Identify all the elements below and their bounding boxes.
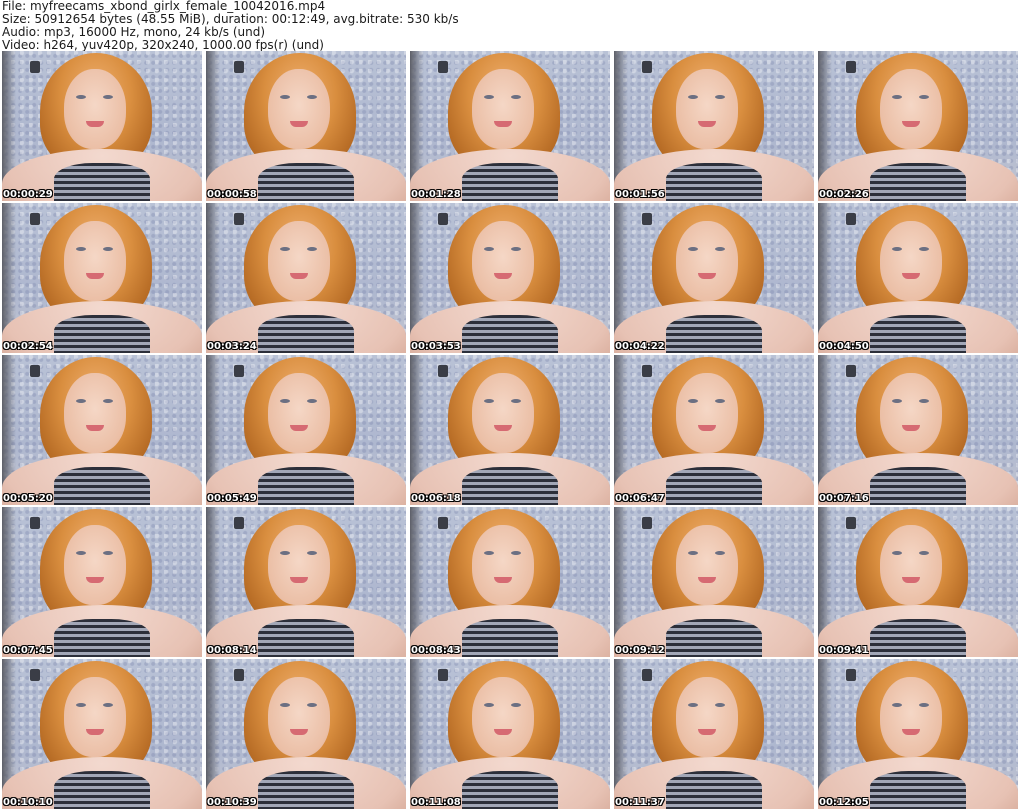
timestamp-label: 00:03:24 — [207, 341, 257, 352]
video-frame-image — [614, 51, 814, 201]
video-frame-image — [818, 203, 1018, 353]
timestamp-label: 00:06:18 — [411, 493, 461, 504]
timestamp-label: 00:08:14 — [207, 645, 257, 656]
timestamp-label: 00:09:41 — [819, 645, 869, 656]
thumbnail: 00:11:37 — [614, 659, 814, 809]
thumbnail: 00:02:26 — [818, 51, 1018, 201]
thumbnail: 00:05:49 — [206, 355, 406, 505]
thumbnail: 00:10:39 — [206, 659, 406, 809]
timestamp-label: 00:02:26 — [819, 189, 869, 200]
video-frame-image — [206, 355, 406, 505]
thumbnail: 00:09:12 — [614, 507, 814, 657]
timestamp-label: 00:01:28 — [411, 189, 461, 200]
timestamp-label: 00:07:45 — [3, 645, 53, 656]
video-frame-image — [410, 51, 610, 201]
video-frame-image — [818, 355, 1018, 505]
timestamp-label: 00:10:10 — [3, 797, 53, 808]
thumbnail: 00:00:58 — [206, 51, 406, 201]
video-frame-image — [614, 507, 814, 657]
timestamp-label: 00:00:58 — [207, 189, 257, 200]
timestamp-label: 00:08:43 — [411, 645, 461, 656]
timestamp-label: 00:02:54 — [3, 341, 53, 352]
thumbnail: 00:06:47 — [614, 355, 814, 505]
timestamp-label: 00:01:56 — [615, 189, 665, 200]
timestamp-label: 00:04:22 — [615, 341, 665, 352]
timestamp-label: 00:07:16 — [819, 493, 869, 504]
video-frame-image — [206, 659, 406, 809]
video-frame-image — [2, 355, 202, 505]
thumbnail: 00:04:22 — [614, 203, 814, 353]
thumbnail: 00:08:43 — [410, 507, 610, 657]
timestamp-label: 00:09:12 — [615, 645, 665, 656]
video-frame-image — [410, 203, 610, 353]
video-frame-image — [2, 659, 202, 809]
video-frame-image — [614, 659, 814, 809]
video-frame-image — [410, 355, 610, 505]
video-frame-image — [410, 507, 610, 657]
timestamp-label: 00:12:05 — [819, 797, 869, 808]
thumbnail: 00:08:14 — [206, 507, 406, 657]
video-frame-image — [818, 51, 1018, 201]
video-frame-image — [410, 659, 610, 809]
thumbnail: 00:06:18 — [410, 355, 610, 505]
timestamp-label: 00:03:53 — [411, 341, 461, 352]
thumbnail: 00:01:28 — [410, 51, 610, 201]
thumbnail: 00:11:08 — [410, 659, 610, 809]
thumbnail: 00:10:10 — [2, 659, 202, 809]
video-frame-image — [614, 355, 814, 505]
timestamp-label: 00:11:08 — [411, 797, 461, 808]
thumbnail: 00:02:54 — [2, 203, 202, 353]
thumbnail: 00:01:56 — [614, 51, 814, 201]
thumbnail: 00:07:16 — [818, 355, 1018, 505]
video-frame-image — [2, 203, 202, 353]
video-frame-image — [2, 507, 202, 657]
timestamp-label: 00:04:50 — [819, 341, 869, 352]
video-frame-image — [818, 659, 1018, 809]
video-frame-image — [614, 203, 814, 353]
video-frame-image — [206, 507, 406, 657]
thumbnail: 00:05:20 — [2, 355, 202, 505]
video-frame-image — [2, 51, 202, 201]
timestamp-label: 00:05:20 — [3, 493, 53, 504]
thumbnail: 00:09:41 — [818, 507, 1018, 657]
timestamp-label: 00:10:39 — [207, 797, 257, 808]
timestamp-label: 00:11:37 — [615, 797, 665, 808]
video-frame-image — [206, 51, 406, 201]
video-frame-image — [206, 203, 406, 353]
video-frame-image — [818, 507, 1018, 657]
thumbnail: 00:07:45 — [2, 507, 202, 657]
file-info-header: File: myfreecams_xbond_girlx_female_1004… — [2, 0, 1020, 52]
thumbnail: 00:00:29 — [2, 51, 202, 201]
thumbnail: 00:12:05 — [818, 659, 1018, 809]
thumbnail: 00:03:24 — [206, 203, 406, 353]
timestamp-label: 00:05:49 — [207, 493, 257, 504]
thumbnail: 00:04:50 — [818, 203, 1018, 353]
thumbnail-grid: 00:00:29 00:00:58 00:01:28 00:01:56 00:02:26… — [2, 51, 1022, 811]
timestamp-label: 00:00:29 — [3, 189, 53, 200]
timestamp-label: 00:06:47 — [615, 493, 665, 504]
thumbnail: 00:03:53 — [410, 203, 610, 353]
